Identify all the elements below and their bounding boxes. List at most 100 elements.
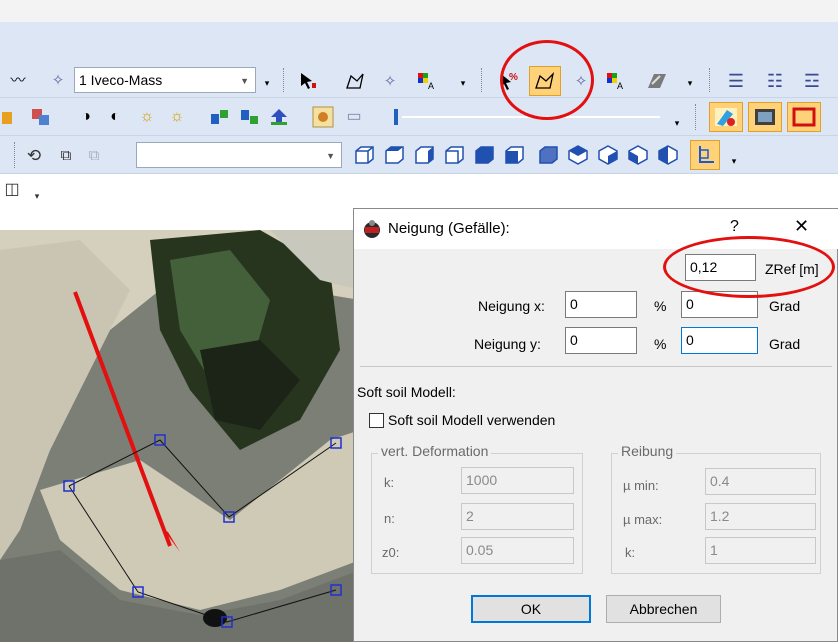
overflow-chevron-icon[interactable]: ▾ xyxy=(672,116,682,130)
texture-icon[interactable] xyxy=(645,70,669,92)
paint-tool[interactable] xyxy=(709,102,743,132)
layers-icon[interactable]: ☰ xyxy=(724,70,748,92)
color-label-icon[interactable]: A xyxy=(604,70,626,92)
mu-max-input: 1.2 xyxy=(705,503,816,530)
cancel-button[interactable]: Abbrechen xyxy=(606,595,721,623)
window-top-strip xyxy=(0,0,838,62)
deformation-group-title: vert. Deformation xyxy=(378,443,492,459)
slider-indicator-icon xyxy=(390,108,402,126)
select-cursor-icon[interactable] xyxy=(297,70,319,92)
toolbar-row-1: 〰 ✧ 1 Iveco-Mass ▼ ▾ ✧ A ▾ % ✧ A ▾ ☰ ☷ ☲ xyxy=(0,62,838,98)
iso-view-3-icon[interactable] xyxy=(626,144,650,166)
toolbar-separator xyxy=(14,142,15,168)
save-view-icon[interactable]: ⧉ xyxy=(54,144,78,166)
layers-check-icon[interactable]: ☷ xyxy=(763,70,787,92)
help-button[interactable]: ? xyxy=(730,218,739,236)
app-icon xyxy=(362,219,382,239)
mu-min-input: 0.4 xyxy=(705,468,816,495)
panel-layout-icon[interactable]: ◫ xyxy=(2,180,22,200)
polygon-icon[interactable] xyxy=(344,70,366,92)
close-button[interactable]: ✕ xyxy=(794,216,809,237)
overflow-chevron-icon[interactable]: ▾ xyxy=(32,190,42,202)
frame-tool[interactable] xyxy=(787,102,821,132)
svg-text:A: A xyxy=(428,81,434,91)
deformation-n-input: 2 xyxy=(461,503,574,530)
save-disabled-icon: ▭ xyxy=(346,108,362,125)
reibung-k-label: k: xyxy=(625,545,636,560)
axis-tool[interactable] xyxy=(690,140,720,170)
path-tool-icon[interactable]: ✧ xyxy=(379,70,401,92)
profile-combo[interactable]: 1 Iveco-Mass ▼ xyxy=(74,67,256,93)
mu-min-label: µ min: xyxy=(623,478,659,493)
toolbar-row-3: ⟲ ⧉ ⧉ ▼ ▾ xyxy=(0,136,838,174)
percent-unit-label: % xyxy=(654,336,667,352)
cube-top-icon[interactable] xyxy=(382,144,406,166)
deformation-n-label: n: xyxy=(384,511,395,526)
to-top-icon[interactable] xyxy=(267,107,291,127)
reibung-group-title: Reibung xyxy=(618,443,677,459)
neigung-x-label: Neigung x: xyxy=(478,298,545,314)
neigung-x-percent-input[interactable]: 0 xyxy=(565,291,637,318)
cube-back-icon[interactable] xyxy=(502,144,526,166)
highlight-ring-toolbar xyxy=(500,40,594,120)
deformation-k-input: 1000 xyxy=(461,467,574,494)
map-view[interactable] xyxy=(0,230,360,642)
overflow-chevron-icon[interactable]: ▾ xyxy=(729,154,739,168)
deformation-z0-input: 0.05 xyxy=(461,537,574,564)
toolbar-separator xyxy=(283,68,284,92)
color-label-icon[interactable]: A xyxy=(415,70,437,92)
cube-front-icon[interactable] xyxy=(352,144,376,166)
copy-object-icon[interactable] xyxy=(0,108,16,126)
toolbar-separator xyxy=(695,104,696,130)
paste-object-icon[interactable] xyxy=(30,107,52,127)
toolbar-row-2: ◑ ◐ ☼ ☼ ▭ ▾ xyxy=(0,98,838,136)
cube-left-icon[interactable] xyxy=(442,144,466,166)
contrast-up-icon[interactable]: ◑ xyxy=(74,107,98,127)
neigung-y-grad-input[interactable]: 0 xyxy=(681,327,758,354)
brightness-up-icon[interactable]: ☼ xyxy=(135,107,159,127)
ok-button[interactable]: OK xyxy=(471,595,591,623)
mu-max-label: µ max: xyxy=(623,512,663,527)
overflow-chevron-icon[interactable]: ▾ xyxy=(262,76,272,90)
overflow-chevron-icon[interactable]: ▾ xyxy=(458,76,468,90)
reibung-k-input: 1 xyxy=(705,537,816,564)
rotate-view-icon[interactable]: ⟲ xyxy=(22,144,46,166)
move-down-icon[interactable] xyxy=(238,107,262,127)
toolbar-separator xyxy=(481,68,482,92)
soft-soil-checkbox[interactable] xyxy=(369,413,384,428)
overflow-chevron-icon[interactable]: ▾ xyxy=(685,76,695,90)
view-combo[interactable]: ▼ xyxy=(136,142,342,168)
grad-unit-label: Grad xyxy=(769,336,801,352)
polyline-icon[interactable]: 〰 xyxy=(8,70,28,90)
percent-unit-label: % xyxy=(654,298,667,314)
soft-soil-checkbox-label[interactable]: Soft soil Modell verwenden xyxy=(388,412,555,428)
image-tool[interactable] xyxy=(748,102,782,132)
layers-edit-icon[interactable]: ☲ xyxy=(800,70,824,92)
iso-view-4-icon[interactable] xyxy=(656,144,680,166)
neigung-y-percent-input[interactable]: 0 xyxy=(565,327,637,354)
cube-side-icon[interactable] xyxy=(412,144,436,166)
section-divider xyxy=(360,366,832,367)
chevron-down-icon: ▼ xyxy=(326,151,335,161)
deformation-z0-label: z0: xyxy=(382,545,400,560)
settings-icon[interactable] xyxy=(309,103,337,131)
vehicle-path-icon[interactable]: ✧ xyxy=(48,70,68,90)
contrast-down-icon[interactable]: ◐ xyxy=(103,107,127,127)
svg-text:A: A xyxy=(617,81,623,91)
brightness-down-icon[interactable]: ☼ xyxy=(165,107,189,127)
deformation-k-label: k: xyxy=(384,475,395,490)
cube-bottom-icon[interactable] xyxy=(536,144,560,166)
cube-solid-icon[interactable] xyxy=(472,144,496,166)
iso-view-1-icon[interactable] xyxy=(566,144,590,166)
profile-combo-value: 1 Iveco-Mass xyxy=(79,72,163,88)
neigung-y-label: Neigung y: xyxy=(474,336,541,352)
dialog-title: Neigung (Gefälle): xyxy=(388,220,510,237)
grad-unit-label: Grad xyxy=(769,298,801,314)
chevron-down-icon: ▼ xyxy=(240,76,249,86)
soft-soil-section-label: Soft soil Modell: xyxy=(357,384,456,400)
move-up-icon[interactable] xyxy=(208,107,232,127)
iso-view-2-icon[interactable] xyxy=(596,144,620,166)
toolbar-separator xyxy=(709,68,710,92)
highlight-ring-zref xyxy=(663,236,835,298)
delete-view-icon: ⧉ xyxy=(88,146,100,164)
